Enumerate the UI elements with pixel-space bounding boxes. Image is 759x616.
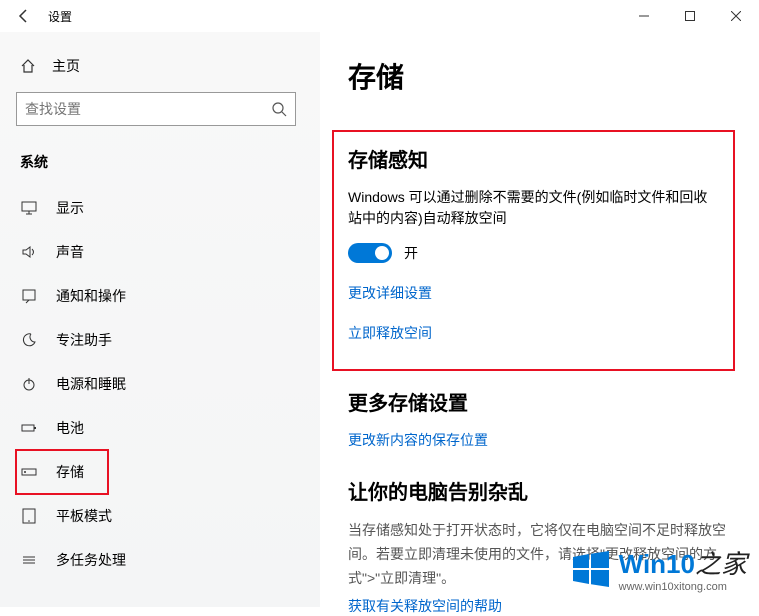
monitor-icon — [20, 199, 38, 217]
sidebar: 主页 系统 显示 声音 通知和操作 专注助手 电源和睡眠 — [0, 32, 320, 607]
sidebar-item-label: 电源和睡眠 — [56, 374, 126, 394]
home-icon — [20, 58, 36, 74]
change-save-location-link[interactable]: 更改新内容的保存位置 — [348, 430, 735, 450]
sidebar-item-display[interactable]: 显示 — [16, 186, 296, 230]
sidebar-item-label: 声音 — [56, 242, 84, 262]
moon-icon — [20, 331, 38, 349]
sidebar-item-sound[interactable]: 声音 — [16, 230, 296, 274]
sidebar-item-label: 多任务处理 — [56, 550, 126, 570]
section-heading: 让你的电脑告别杂乱 — [348, 476, 735, 505]
search-input[interactable] — [25, 101, 271, 117]
home-link[interactable]: 主页 — [16, 48, 320, 92]
section-heading: 更多存储设置 — [348, 387, 735, 416]
sidebar-item-battery[interactable]: 电池 — [16, 406, 296, 450]
page-title: 存储 — [348, 56, 735, 96]
free-up-now-link[interactable]: 立即释放空间 — [348, 323, 719, 343]
toggle-state-label: 开 — [404, 243, 418, 263]
sidebar-item-label: 专注助手 — [56, 330, 112, 350]
sidebar-item-label: 平板模式 — [56, 506, 112, 526]
main-panel: 存储 存储感知 Windows 可以通过删除不需要的文件(例如临时文件和回收站中… — [320, 32, 759, 607]
sidebar-item-focus[interactable]: 专注助手 — [16, 318, 296, 362]
minimize-button[interactable] — [621, 0, 667, 32]
more-storage-section: 更多存储设置 更改新内容的保存位置 — [348, 387, 735, 450]
sidebar-item-tablet[interactable]: 平板模式 — [16, 494, 296, 538]
speaker-icon — [20, 243, 38, 261]
sidebar-item-label: 电池 — [56, 418, 84, 438]
maximize-icon — [685, 11, 695, 21]
back-button[interactable] — [8, 0, 40, 32]
section-heading: 存储感知 — [348, 144, 719, 173]
battery-icon — [20, 419, 38, 437]
section-description: Windows 可以通过删除不需要的文件(例如临时文件和回收站中的内容)自动释放… — [348, 187, 719, 229]
toggle-row: 开 — [348, 243, 719, 263]
sidebar-item-multitask[interactable]: 多任务处理 — [16, 538, 296, 582]
notification-icon — [20, 287, 38, 305]
home-label: 主页 — [52, 56, 80, 76]
sidebar-item-label: 存储 — [56, 462, 84, 482]
storage-icon — [20, 463, 38, 481]
minimize-icon — [639, 11, 649, 21]
storage-sense-section: 存储感知 Windows 可以通过删除不需要的文件(例如临时文件和回收站中的内容… — [332, 130, 735, 371]
sidebar-item-notifications[interactable]: 通知和操作 — [16, 274, 296, 318]
watermark: Win10之家 www.win10xitong.com — [571, 544, 747, 593]
watermark-url: www.win10xitong.com — [619, 581, 747, 593]
watermark-brand: Win10之家 — [619, 544, 747, 581]
maximize-button[interactable] — [667, 0, 713, 32]
search-box[interactable] — [16, 92, 296, 126]
arrow-left-icon — [16, 8, 32, 24]
multitask-icon — [20, 551, 38, 569]
power-icon — [20, 375, 38, 393]
sidebar-item-storage[interactable]: 存储 — [16, 450, 108, 494]
titlebar: 设置 — [0, 0, 759, 32]
category-header: 系统 — [16, 146, 320, 186]
tablet-icon — [20, 507, 38, 525]
sidebar-item-power[interactable]: 电源和睡眠 — [16, 362, 296, 406]
windows-logo-icon — [571, 549, 611, 589]
close-button[interactable] — [713, 0, 759, 32]
sidebar-item-label: 显示 — [56, 198, 84, 218]
help-link[interactable]: 获取有关释放空间的帮助 — [348, 596, 735, 616]
search-icon — [271, 101, 287, 117]
window-controls — [621, 0, 759, 32]
sidebar-item-label: 通知和操作 — [56, 286, 126, 306]
change-settings-link[interactable]: 更改详细设置 — [348, 283, 719, 303]
storage-sense-toggle[interactable] — [348, 243, 392, 263]
window-title: 设置 — [48, 8, 72, 25]
close-icon — [731, 11, 741, 21]
